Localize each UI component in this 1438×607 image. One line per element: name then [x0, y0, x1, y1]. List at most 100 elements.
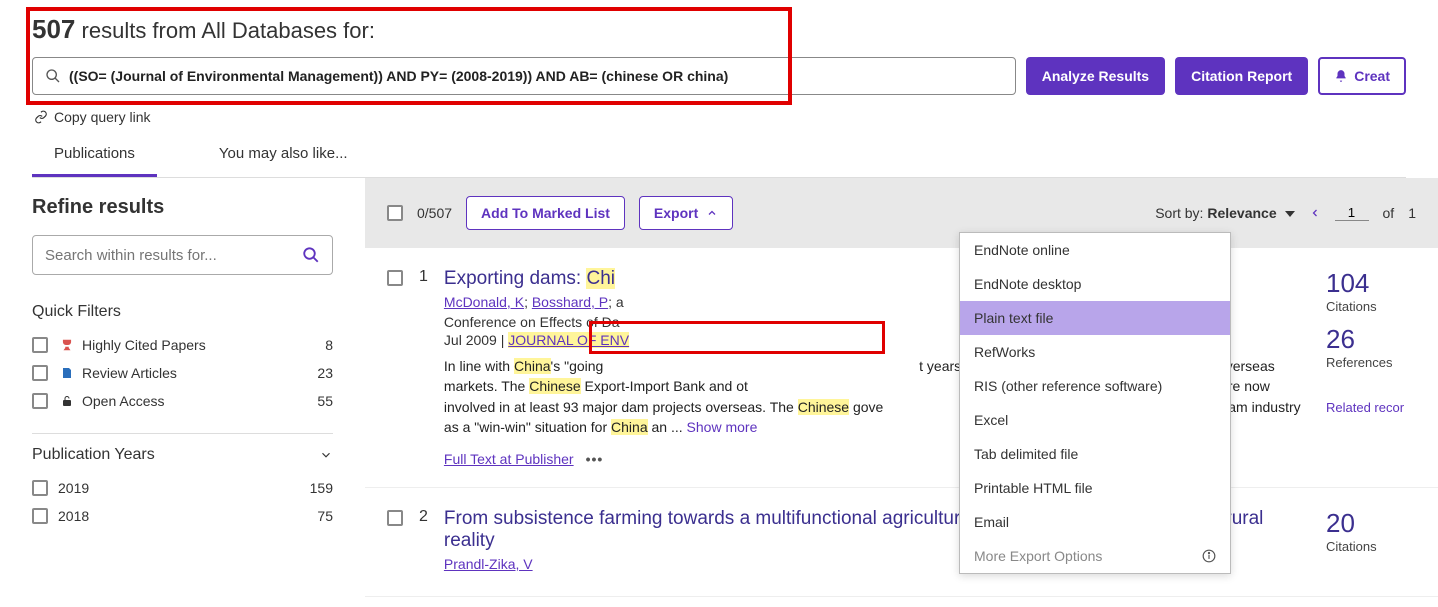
show-more-link[interactable]: Show more	[687, 419, 758, 435]
of-label: of	[1383, 205, 1395, 221]
filter-review-articles[interactable]: Review Articles 23	[32, 359, 333, 387]
filter-year-2018[interactable]: 2018 75	[32, 502, 333, 530]
record-metrics: 104 Citations 26 References Related reco…	[1326, 268, 1416, 467]
results-label: results from All Databases for:	[82, 18, 375, 43]
search-icon[interactable]	[302, 246, 320, 264]
citations-label: Citations	[1326, 299, 1416, 314]
references-label: References	[1326, 355, 1416, 370]
more-export-label: More Export Options	[974, 548, 1102, 564]
pub-years-title: Publication Years	[32, 446, 155, 464]
sort-control[interactable]: Sort by: Relevance	[1155, 205, 1294, 221]
references-count[interactable]: 26	[1326, 324, 1416, 355]
open-lock-icon	[58, 394, 76, 408]
search-row: ((SO= (Journal of Environmental Manageme…	[32, 57, 1406, 95]
record-source[interactable]: JOURNAL OF ENV	[508, 332, 629, 348]
sidebar: Refine results Quick Filters Highly Cite…	[0, 178, 365, 597]
header-area: 507 results from All Databases for: ((SO…	[0, 0, 1438, 178]
year-label: 2019	[58, 480, 310, 496]
export-endnote-online[interactable]: EndNote online	[960, 233, 1230, 267]
year-count: 75	[317, 508, 333, 524]
sort-area: Sort by: Relevance of 1	[1155, 205, 1416, 221]
sort-value: Relevance	[1207, 205, 1276, 221]
full-text-link[interactable]: Full Text at Publisher	[444, 451, 574, 467]
record-number: 1	[419, 268, 428, 467]
filter-label: Open Access	[82, 393, 317, 409]
record-metrics: 20 Citations	[1326, 508, 1416, 576]
author-link[interactable]: McDonald, K	[444, 294, 524, 310]
citations-count[interactable]: 104	[1326, 268, 1416, 299]
results-toolbar: 0/507 Add To Marked List Export EndNote …	[365, 178, 1438, 248]
pub-years-section[interactable]: Publication Years	[32, 446, 333, 464]
create-alert-button[interactable]: Creat	[1318, 57, 1406, 95]
record-checkbox[interactable]	[387, 270, 403, 286]
create-alert-label: Creat	[1354, 68, 1390, 84]
link-icon	[34, 110, 48, 124]
filter-open-access[interactable]: Open Access 55	[32, 387, 333, 415]
quick-filters-title: Quick Filters	[32, 303, 333, 321]
export-tab-delimited[interactable]: Tab delimited file	[960, 437, 1230, 471]
filter-year-2019[interactable]: 2019 159	[32, 474, 333, 502]
select-all-checkbox[interactable]	[387, 205, 403, 221]
document-icon	[58, 366, 76, 380]
checkbox[interactable]	[32, 365, 48, 381]
copy-query-link[interactable]: Copy query link	[34, 109, 1406, 125]
analyze-results-button[interactable]: Analyze Results	[1026, 57, 1165, 95]
refine-title: Refine results	[32, 196, 333, 219]
tab-you-may-also-like[interactable]: You may also like...	[197, 135, 370, 177]
tab-publications[interactable]: Publications	[32, 135, 157, 177]
checkbox[interactable]	[32, 393, 48, 409]
citations-label: Citations	[1326, 539, 1416, 554]
sort-label: Sort by:	[1155, 205, 1203, 221]
filter-label: Review Articles	[82, 365, 317, 381]
tabs: Publications You may also like...	[32, 135, 1406, 178]
export-ris[interactable]: RIS (other reference software)	[960, 369, 1230, 403]
copy-link-label: Copy query link	[54, 109, 151, 125]
search-icon	[45, 68, 61, 84]
author-link[interactable]: Prandl-Zika, V	[444, 556, 533, 572]
author-link[interactable]: Bosshard, P	[532, 294, 608, 310]
info-icon	[1202, 549, 1216, 563]
divider	[32, 433, 333, 434]
export-endnote-desktop[interactable]: EndNote desktop	[960, 267, 1230, 301]
export-dropdown: EndNote online EndNote desktop Plain tex…	[959, 232, 1231, 574]
citations-count[interactable]: 20	[1326, 508, 1416, 539]
add-to-marked-list-button[interactable]: Add To Marked List	[466, 196, 625, 230]
export-plain-text[interactable]: Plain text file	[960, 301, 1230, 335]
export-email[interactable]: Email	[960, 505, 1230, 539]
record-number: 2	[419, 508, 428, 576]
citation-report-button[interactable]: Citation Report	[1175, 57, 1308, 95]
export-excel[interactable]: Excel	[960, 403, 1230, 437]
export-button[interactable]: Export	[639, 196, 733, 230]
related-records-link[interactable]: Related recor	[1326, 400, 1416, 415]
year-count: 159	[310, 480, 333, 496]
year-label: 2018	[58, 508, 317, 524]
chevron-down-icon[interactable]	[319, 448, 333, 462]
prev-page-icon[interactable]	[1309, 207, 1321, 219]
caret-down-icon	[1285, 211, 1295, 217]
selection-count: 0/507	[417, 205, 452, 221]
chevron-up-icon	[706, 207, 718, 219]
export-more-options[interactable]: More Export Options	[960, 539, 1230, 573]
filter-label: Highly Cited Papers	[82, 337, 325, 353]
filter-count: 55	[317, 393, 333, 409]
more-actions-icon[interactable]: •••	[586, 451, 604, 467]
page-input[interactable]	[1335, 205, 1369, 221]
record-1: 1 Exporting dams: Chi McDonald, K; Bossh…	[365, 248, 1438, 488]
checkbox[interactable]	[32, 480, 48, 496]
refine-search-input[interactable]	[45, 247, 302, 264]
record-checkbox[interactable]	[387, 510, 403, 526]
export-label: Export	[654, 205, 698, 221]
refine-search-box[interactable]	[32, 235, 333, 275]
filter-count: 8	[325, 337, 333, 353]
checkbox[interactable]	[32, 508, 48, 524]
filter-count: 23	[317, 365, 333, 381]
main-content: Refine results Quick Filters Highly Cite…	[0, 178, 1438, 597]
search-query-box[interactable]: ((SO= (Journal of Environmental Manageme…	[32, 57, 1016, 95]
checkbox[interactable]	[32, 337, 48, 353]
trophy-icon	[58, 338, 76, 352]
export-printable-html[interactable]: Printable HTML file	[960, 471, 1230, 505]
filter-highly-cited[interactable]: Highly Cited Papers 8	[32, 331, 333, 359]
search-query-text: ((SO= (Journal of Environmental Manageme…	[69, 68, 728, 84]
record-2: 2 From subsistence farming towards a mul…	[365, 488, 1438, 597]
export-refworks[interactable]: RefWorks	[960, 335, 1230, 369]
